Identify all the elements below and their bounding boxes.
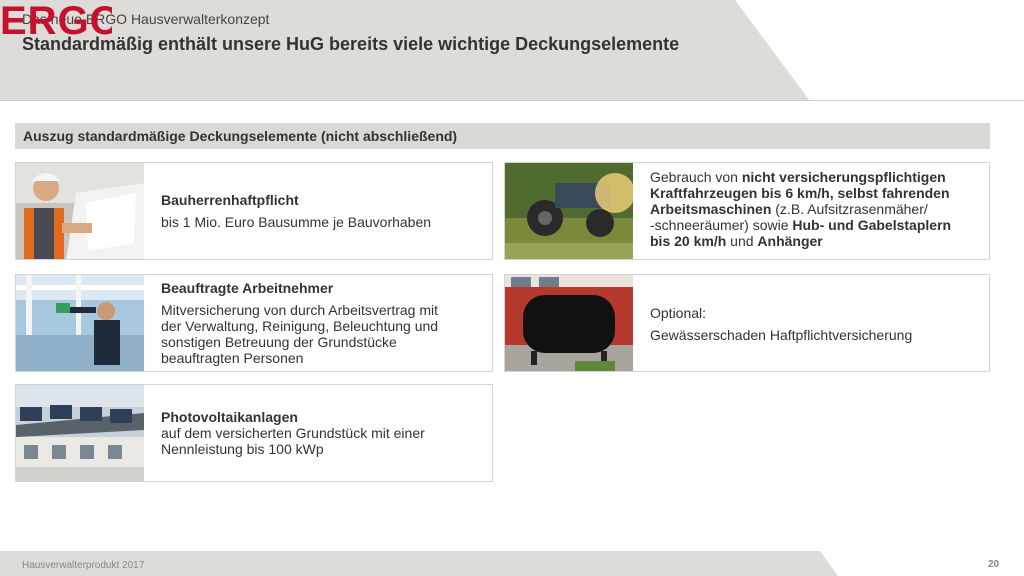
card-text-line-3: sonstigen Betreuung der Grundstücke [161,334,397,350]
text-segment: Gebrauch von [650,169,742,185]
text-segment-bold: Hub- und Gabelstaplern [792,217,952,233]
card-text-line-2: der Verwaltung, Reinigung, Beleuchtung u… [161,318,439,334]
card-text-line-4: -schneeräumer) sowie Hub- und Gabelstapl… [650,217,979,233]
card-text-line-3: Arbeitsmaschinen (z.B. Aufsitzrasenmäher… [650,201,979,217]
solar-panels-image [16,385,144,481]
card-gewaesserschaden: Optional: Gewässerschaden Haftpflichtver… [504,274,990,372]
card-text: bis 1 Mio. Euro Bausumme je Bauvorhaben [161,214,432,230]
card-bauherrenhaftpflicht: Bauherrenhaftpflicht bis 1 Mio. Euro Bau… [15,162,493,260]
footer-background [0,551,838,576]
section-heading: Auszug standardmäßige Deckungselemente (… [23,128,458,144]
footer-band [0,551,1024,576]
window-cleaner-image [16,275,144,371]
section-heading-bar: Auszug standardmäßige Deckungselemente (… [15,123,990,149]
text-segment: und [726,233,758,249]
ergo-logo: ERGO [0,0,112,40]
card-photovoltaikanlagen: Photovoltaikanlagen auf dem versicherten… [15,384,493,482]
card-beauftragte-arbeitnehmer: Beauftragte Arbeitnehmer Mitversicherung… [15,274,493,372]
card-text-line-5: bis 20 km/h und Anhänger [650,233,979,249]
footer-label: Hausverwalterprodukt 2017 [22,560,145,571]
card-kraftfahrzeuge: Gebrauch von nicht versicherungspflichti… [504,162,990,260]
card-text-line-2: Gewässerschaden Haftpflichtversicherung [650,327,913,343]
text-segment: (z.B. Aufsitzrasenmäher/ [771,201,928,217]
text-segment-bold: Arbeitsmaschinen [650,201,772,217]
page-number: 20 [988,559,1000,570]
card-text-line-1: auf dem versicherten Grundstück mit eine… [161,425,425,441]
text-segment: -schneeräumer) sowie [650,217,793,233]
card-text-line-2: Nennleistung bis 100 kWp [161,441,324,457]
lawn-mower-image [505,163,633,259]
card-title: Beauftragte Arbeitnehmer [161,280,334,296]
text-segment-bold: Anhänger [757,233,823,249]
construction-worker-image [16,163,144,259]
text-segment-bold: bis 20 km/h [650,233,727,249]
oil-tank-image [505,275,633,371]
card-title: Bauherrenhaftpflicht [161,192,299,208]
text-segment-bold: nicht versicherungspflichtigen [741,169,946,185]
card-text-line-1: Gebrauch von nicht versicherungspflichti… [650,169,979,185]
page-title: Standardmäßig enthält unsere HuG bereits… [22,34,680,54]
logo-text: ERGO [0,0,112,40]
card-text-line-1: Mitversicherung von durch Arbeitsvertrag… [161,302,438,318]
header-band: Das neue ERGO Hausverwalterkonzept Stand… [0,0,1024,101]
card-text-line-4: beauftragten Personen [161,350,304,366]
card-title: Photovoltaikanlagen [161,409,298,425]
card-text-line-2: Kraftfahrzeugen bis 6 km/h, selbst fahre… [650,185,950,201]
card-text-line-1: Optional: [650,305,707,321]
